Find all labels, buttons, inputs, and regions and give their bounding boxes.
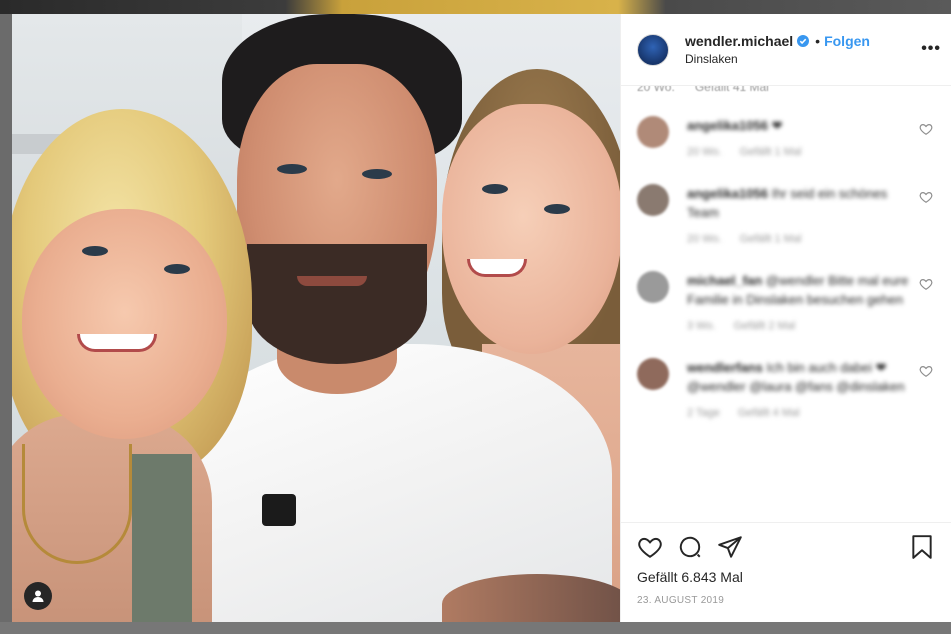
heart-icon[interactable] xyxy=(637,534,663,560)
post-date: 23. AUGUST 2019 xyxy=(637,595,725,606)
post-sidebar: wendler.michael • Folgen Dinslaken ••• 2… xyxy=(620,14,951,622)
post-modal: wendler.michael • Folgen Dinslaken ••• 2… xyxy=(12,14,951,622)
bookmark-icon[interactable] xyxy=(909,534,935,560)
comment-avatar[interactable] xyxy=(637,358,669,390)
comment-likes[interactable]: Gefällt 1 Mal xyxy=(740,230,802,249)
comment-meta: 3 Wo. Gefällt 2 Mal xyxy=(687,317,911,336)
comment-age: 3 Wo. xyxy=(687,320,716,332)
eye xyxy=(544,204,570,214)
comment-body: angelika1056 ❤ 20 Wo. Gefällt 1 Mal xyxy=(687,116,935,162)
heart-icon[interactable] xyxy=(919,190,933,204)
background-strip-bottom xyxy=(0,622,951,634)
separator-dot: • xyxy=(815,33,821,49)
comment-likes[interactable]: Gefällt 1 Mal xyxy=(740,143,802,162)
smile xyxy=(467,259,527,277)
comment-meta: 2 Tage Gefällt 4 Mal xyxy=(687,404,911,423)
comment-meta: 20 Wo. Gefällt 1 Mal xyxy=(687,143,911,162)
mouth xyxy=(297,276,367,286)
comment-username[interactable]: angelika1056 xyxy=(687,186,768,201)
person-left-face xyxy=(22,209,227,439)
eye xyxy=(362,169,392,179)
comment-item: wendlerfans Ich bin auch dabei ❤ @wendle… xyxy=(637,358,935,423)
post-photo[interactable] xyxy=(12,14,620,622)
heart-icon[interactable] xyxy=(919,122,933,136)
smile xyxy=(77,334,157,352)
location-link[interactable]: Dinslaken xyxy=(685,52,870,66)
post-actions: Gefällt 6.843 Mal 23. AUGUST 2019 xyxy=(621,522,951,622)
comment-username[interactable]: angelika1056 xyxy=(687,118,768,133)
more-options-button[interactable]: ••• xyxy=(921,40,941,58)
caption-likes[interactable]: Gefällt 41 Mal xyxy=(695,86,769,94)
comment-body: michael_fan @wendler Bitte mal eure Fami… xyxy=(687,271,935,336)
username-link[interactable]: wendler.michael xyxy=(685,33,793,49)
comment-text: ❤ xyxy=(771,118,783,133)
share-icon[interactable] xyxy=(717,534,743,560)
verified-icon xyxy=(797,35,810,47)
shirt-badge xyxy=(262,494,296,526)
comment-body: wendlerfans Ich bin auch dabei ❤ @wendle… xyxy=(687,358,935,423)
caption-age: 20 Wo. xyxy=(637,86,675,94)
comment-likes[interactable]: Gefällt 4 Mal xyxy=(738,404,800,423)
comment-username[interactable]: michael_fan xyxy=(687,273,762,288)
heart-icon[interactable] xyxy=(919,364,933,378)
person-right-face xyxy=(442,104,620,354)
comment-meta: 20 Wo. Gefällt 1 Mal xyxy=(687,230,911,249)
comment-item: angelika1056 Ihr seid ein schönes Team 2… xyxy=(637,184,935,249)
eye xyxy=(482,184,508,194)
comment-item: michael_fan @wendler Bitte mal eure Fami… xyxy=(637,271,935,336)
comment-username[interactable]: wendlerfans xyxy=(687,360,763,375)
post-header-line: wendler.michael • Folgen xyxy=(685,33,870,49)
background-strip-top xyxy=(0,0,951,14)
comment-body: angelika1056 Ihr seid ein schönes Team 2… xyxy=(687,184,935,249)
heart-icon[interactable] xyxy=(919,277,933,291)
post-header-text: wendler.michael • Folgen Dinslaken xyxy=(685,33,870,66)
follow-button[interactable]: Folgen xyxy=(824,33,870,49)
comment-avatar[interactable] xyxy=(637,184,669,216)
eye xyxy=(277,164,307,174)
action-bar xyxy=(637,531,935,563)
comment-age: 20 Wo. xyxy=(687,233,722,245)
comment-avatar[interactable] xyxy=(637,116,669,148)
comment-item: angelika1056 ❤ 20 Wo. Gefällt 1 Mal xyxy=(637,116,935,162)
comment-likes[interactable]: Gefällt 2 Mal xyxy=(734,317,796,336)
comment-avatar[interactable] xyxy=(637,271,669,303)
comment-age: 2 Tage xyxy=(687,407,720,419)
eye xyxy=(164,264,190,274)
necklace xyxy=(22,444,132,564)
person-left-vest xyxy=(132,454,192,622)
post-header: wendler.michael • Folgen Dinslaken ••• xyxy=(621,14,951,86)
comment-age: 20 Wo. xyxy=(687,146,722,158)
eye xyxy=(82,246,108,256)
tagged-users-button[interactable] xyxy=(24,582,52,610)
comment-icon[interactable] xyxy=(677,534,703,560)
comments-list[interactable]: 20 Wo. Gefällt 41 Mal angelika1056 ❤ 20 … xyxy=(621,86,951,522)
user-icon xyxy=(32,590,44,602)
likes-count[interactable]: Gefällt 6.843 Mal xyxy=(637,569,935,585)
person-mid-beard xyxy=(247,244,427,364)
avatar[interactable] xyxy=(637,33,669,66)
caption-meta: 20 Wo. Gefällt 41 Mal xyxy=(637,86,935,94)
